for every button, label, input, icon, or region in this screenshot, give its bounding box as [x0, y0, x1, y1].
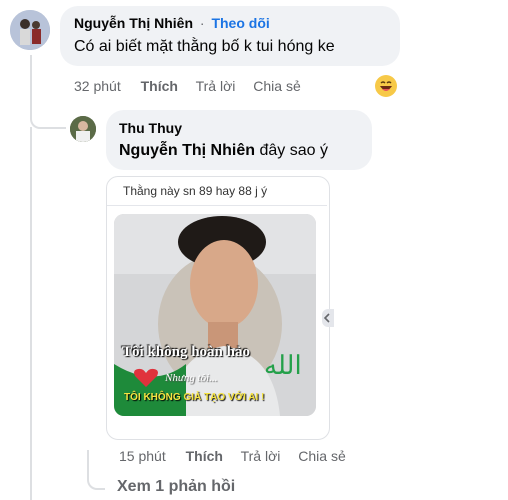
laughing-emoji-icon[interactable]	[375, 75, 397, 97]
comment-actions: 32 phút Thích Trả lời Chia sẻ	[74, 78, 301, 94]
svg-text:الله: الله	[264, 351, 302, 381]
like-button[interactable]: Thích	[186, 448, 223, 464]
view-more-replies-link[interactable]: Xem 1 phản hồi	[117, 478, 235, 496]
overlay-text-3: TÔI KHÔNG GIẢ TẠO VỚI AI !	[124, 392, 265, 403]
reply-text: đây sao ý	[259, 142, 328, 159]
thread-connector-bottom	[87, 450, 105, 490]
reply-button[interactable]: Trả lời	[241, 448, 281, 464]
comment-text: Có ai biết mặt thằng bố k tui hóng ke	[74, 38, 335, 55]
profile-photo-icon	[70, 116, 96, 142]
reply-text-line: Nguyễn Thị Nhiên đây sao ý	[119, 142, 328, 160]
overlay-text-2: Nhưng tôi...	[165, 372, 218, 384]
laughing-face-icon	[380, 81, 392, 91]
avatar-nguyen-thi-nhien[interactable]	[10, 10, 50, 50]
comment-header: Nguyễn Thị Nhiên · Theo dõi	[74, 15, 270, 31]
follow-link[interactable]: Theo dõi	[211, 15, 269, 31]
avatar-thu-thuy[interactable]	[70, 116, 96, 142]
shared-post-caption: Thằng này sn 89 hay 88 j ý	[123, 184, 268, 198]
share-button[interactable]: Chia sẻ	[298, 448, 345, 464]
mention-link[interactable]: Nguyễn Thị Nhiên	[119, 142, 255, 159]
share-button[interactable]: Chia sẻ	[253, 78, 300, 94]
profile-photo-icon	[10, 10, 50, 50]
reply-author[interactable]: Thu Thuy	[119, 120, 182, 136]
overlay-text-1: Tôi không hoàn hảo	[122, 344, 250, 360]
reply-bubble	[106, 110, 372, 170]
reply-button[interactable]: Trả lời	[196, 78, 236, 94]
reply-actions: 15 phút Thích Trả lời Chia sẻ	[119, 448, 346, 464]
reply-time[interactable]: 15 phút	[119, 448, 166, 464]
comment-author[interactable]: Nguyễn Thị Nhiên	[74, 15, 193, 31]
dot-separator: ·	[199, 15, 205, 31]
thread-connector	[30, 55, 66, 129]
card-next-arrow-icon[interactable]	[322, 309, 334, 327]
comment-time[interactable]: 32 phút	[74, 78, 121, 94]
thread-line	[30, 127, 32, 500]
heart-icon	[132, 367, 160, 394]
caption-divider	[107, 205, 327, 206]
like-button[interactable]: Thích	[141, 78, 178, 94]
